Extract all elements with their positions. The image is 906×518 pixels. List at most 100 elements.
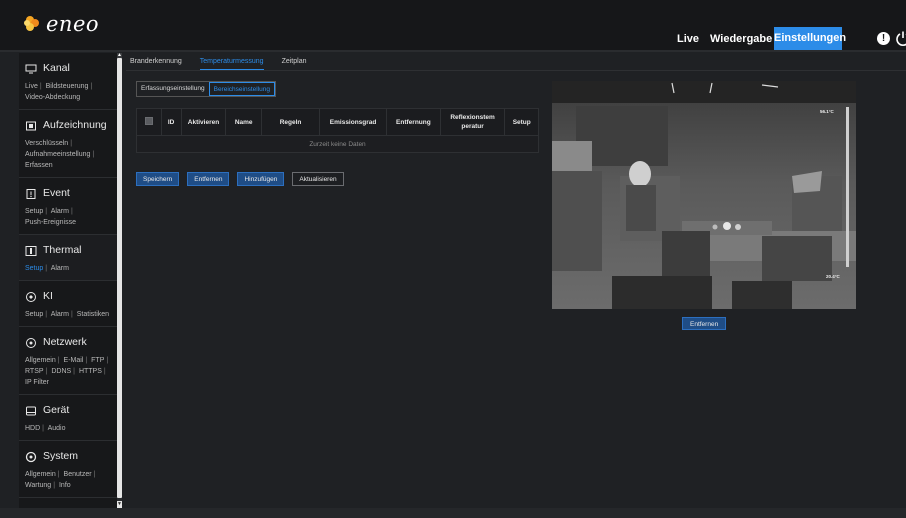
sidebar-link[interactable]: Setup [25, 208, 43, 215]
table-header-row: ID Aktivieren Name Regeln Emissionsgrad Entfe… [136, 108, 539, 136]
temp-low-label: 20.4°C [826, 274, 840, 279]
sidebar-section-title: Netzwerk [43, 336, 87, 348]
table-header-cell: Aktivieren [180, 108, 227, 136]
sidebar-link[interactable]: Alarm [51, 265, 69, 272]
sidebar-links: Setup | Alarm | Push-Ereignisse [25, 206, 117, 228]
link-separator: | [85, 357, 88, 364]
sidebar-link[interactable]: Bildsteuerung [46, 83, 89, 90]
sidebar-link[interactable]: Wartung [25, 482, 51, 489]
sidebar-link[interactable]: E-Mail [64, 357, 84, 364]
refresh-button[interactable]: Aktualisieren [292, 172, 344, 186]
link-separator: | [39, 83, 42, 90]
sidebar-link[interactable]: Setup [25, 311, 43, 318]
link-separator: | [53, 482, 56, 489]
sidebar-link[interactable]: Erfassen [25, 162, 53, 169]
sidebar-links: Setup | Alarm [25, 263, 117, 274]
sidebar-link[interactable]: Statistiken [77, 311, 109, 318]
network-icon [25, 336, 37, 348]
table-header-cell: Setup [504, 108, 539, 136]
sidebar-section-header[interactable]: System [25, 446, 117, 466]
sidebar-section-header[interactable]: Gerät [25, 400, 117, 420]
table-header-cell: Reflexionstem peratur [439, 108, 506, 136]
add-button[interactable]: Hinzufügen [237, 172, 285, 186]
sidebar-link[interactable]: DDNS [51, 368, 71, 375]
sidebar-links: Setup | Alarm | Statistiken [25, 309, 117, 320]
thermal-icon [25, 244, 37, 256]
sidebar-section-header[interactable]: Thermal [25, 240, 117, 260]
sidebar-link[interactable]: Verschlüsseln [25, 140, 68, 147]
link-separator: | [42, 425, 44, 432]
sidebar-link[interactable]: Aufnahmeeinstellung [25, 151, 90, 158]
nav-live[interactable]: Live [673, 28, 703, 50]
sidebar-section-aufzeichnung: Aufzeichnung Verschlüsseln | Aufnahmeeinst… [19, 110, 117, 178]
sidebar-link[interactable]: HTTPS [79, 368, 102, 375]
subtab-bar: Erfassungseinstellung Bereichseinstellung [136, 81, 276, 97]
sidebar-link[interactable]: Setup [25, 265, 43, 272]
sidebar-section-title: Kanal [43, 62, 70, 74]
sidebar-section-title: Gerät [43, 404, 70, 416]
sidebar-section-title: Aufzeichnung [43, 119, 107, 131]
sidebar-link[interactable]: Audio [48, 425, 66, 432]
link-separator: | [45, 311, 48, 318]
link-separator: | [57, 357, 60, 364]
select-all-checkbox-cell[interactable] [136, 108, 162, 136]
top-bar: eneo Live Wiedergabe Einstellungen ! [0, 0, 906, 52]
sidebar-link[interactable]: HDD [25, 425, 40, 432]
thermal-preview[interactable] [552, 81, 856, 309]
table-header-cell: Entfernung [386, 108, 441, 136]
eneo-logo-icon [24, 16, 39, 31]
table-header-cell: Regeln [261, 108, 321, 136]
save-button[interactable]: Speichern [136, 172, 180, 186]
link-separator: | [57, 471, 60, 478]
info-icon[interactable]: ! [877, 32, 890, 45]
sidebar: Kanal Live | Bildsteuerung | Video-Abdeckun… [19, 53, 117, 508]
nav-settings[interactable]: Einstellungen [774, 27, 846, 50]
sidebar-link[interactable]: Allgemein [25, 471, 56, 478]
link-separator: | [70, 140, 73, 147]
subtab-0[interactable]: Erfassungseinstellung [137, 82, 209, 96]
sidebar-section-header[interactable]: Aufzeichnung [25, 115, 117, 135]
link-separator: | [106, 357, 109, 364]
sidebar-section-header[interactable]: Kanal [25, 58, 117, 78]
sidebar-link[interactable]: Push-Ereignisse [25, 219, 76, 226]
bottom-strip [0, 508, 906, 518]
top-divider [0, 50, 906, 52]
tab-2[interactable]: Zeitplan [282, 56, 307, 70]
sidebar-section-header[interactable]: Netzwerk [25, 332, 117, 352]
sidebar-link[interactable]: Alarm [51, 208, 69, 215]
nav-playback[interactable]: Wiedergabe [710, 28, 772, 50]
sidebar-link[interactable]: Video-Abdeckung [25, 94, 80, 101]
link-separator: | [92, 151, 95, 158]
subtab-1[interactable]: Bereichseinstellung [208, 82, 275, 96]
empty-text: Zurzeit keine Daten [136, 135, 539, 153]
monitor-icon [25, 62, 37, 74]
power-icon[interactable] [895, 30, 906, 46]
sidebar-link[interactable]: Benutzer [64, 471, 92, 478]
select-all-checkbox[interactable] [144, 116, 153, 125]
sidebar-links: Allgemein | Benutzer | Wartung | Info [25, 469, 117, 491]
sidebar-link[interactable]: FTP [91, 357, 104, 364]
record-icon [25, 119, 37, 131]
scroll-up-icon[interactable]: ▲ [117, 53, 122, 58]
sidebar-scroll-thumb[interactable] [117, 58, 122, 498]
scroll-down-icon[interactable]: ▼ [117, 501, 122, 508]
sidebar-link[interactable]: Live [25, 83, 38, 90]
preview-remove-button[interactable]: Entfernen [682, 317, 727, 330]
event-icon [25, 187, 37, 199]
link-separator: | [70, 311, 73, 318]
link-separator: | [45, 265, 48, 272]
tab-0[interactable]: Branderkennung [130, 56, 182, 70]
sidebar-link[interactable]: Alarm [51, 311, 69, 318]
sidebar-section-title: Event [43, 187, 70, 199]
tab-1[interactable]: Temperaturmessung [199, 56, 264, 70]
ai-icon [25, 290, 37, 302]
sidebar-link[interactable]: Allgemein [25, 357, 56, 364]
logo-text: eneo [46, 12, 100, 36]
sidebar-section-header[interactable]: Event [25, 183, 117, 203]
remove-button[interactable]: Entfernen [187, 172, 230, 186]
link-separator: | [45, 368, 48, 375]
sidebar-link[interactable]: Info [59, 482, 71, 489]
sidebar-link[interactable]: IP Filter [25, 379, 49, 386]
sidebar-link[interactable]: RTSP [25, 368, 44, 375]
sidebar-section-header[interactable]: KI [25, 286, 117, 306]
